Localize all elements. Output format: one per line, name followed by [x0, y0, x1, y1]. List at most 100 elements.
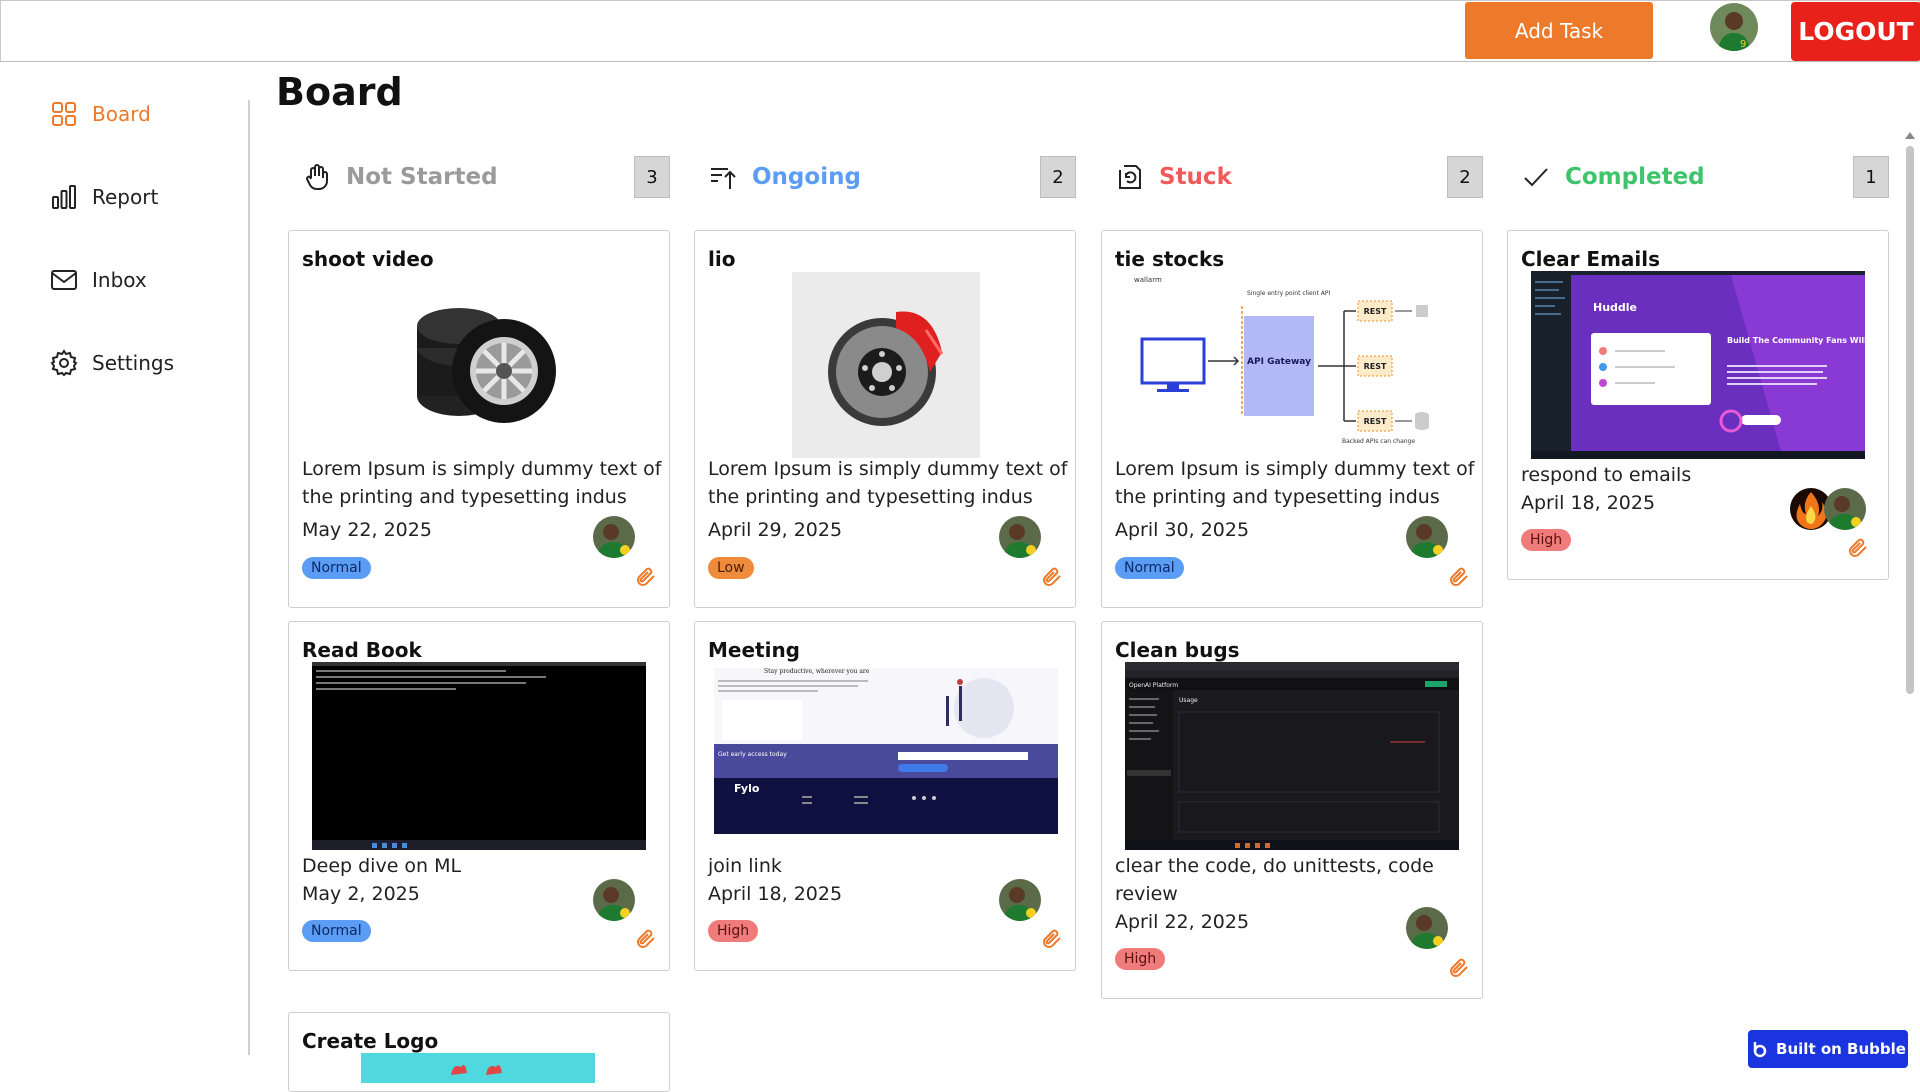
card-image-api-gateway-diagram: wallarm Single entry point client API AP… [1112, 271, 1474, 453]
task-card-clear-emails[interactable]: Clear Emails Huddle Build The Community … [1507, 230, 1889, 580]
assignee-avatar[interactable] [1406, 516, 1448, 558]
card-date: April 18, 2025 [708, 883, 843, 905]
sort-up-icon [711, 168, 736, 189]
card-image-tires [399, 276, 561, 438]
assignee-avatar[interactable] [999, 516, 1041, 558]
top-header: Add Task 9 LOGOUT [0, 0, 1920, 62]
mail-icon [51, 270, 77, 290]
card-title: Clean bugs [1115, 638, 1240, 662]
paperclip-icon[interactable] [1040, 565, 1064, 589]
card-date: April 29, 2025 [708, 519, 843, 541]
sidebar-item-label: Inbox [92, 268, 147, 292]
paperclip-icon[interactable] [634, 927, 658, 951]
bubble-label: Built on Bubble [1776, 1040, 1906, 1058]
backed-apis-label: Backed APIs can change [1342, 438, 1415, 445]
card-title: lio [708, 247, 736, 271]
priority-badge: Normal [302, 557, 371, 579]
logout-button[interactable]: LOGOUT [1791, 2, 1920, 61]
card-title: tie stocks [1115, 247, 1225, 271]
card-image-terminal [312, 662, 646, 850]
card-description: clear the code, do unittests, code revie… [1115, 855, 1434, 905]
page-title: Board [276, 70, 403, 114]
user-avatar[interactable]: 9 [1710, 3, 1758, 51]
single-entry-label: Single entry point client API [1247, 290, 1330, 297]
card-date: April 30, 2025 [1115, 519, 1250, 541]
built-on-bubble-badge[interactable]: Built on Bubble [1748, 1030, 1908, 1068]
card-image-logo [361, 1053, 595, 1083]
column-header-not-started: Not Started 3 [288, 156, 670, 198]
task-card-tie-stocks[interactable]: tie stocks wallarm Single entry point cl… [1101, 230, 1483, 608]
hand-icon [306, 164, 328, 191]
card-description: Deep dive on ML [302, 855, 462, 877]
card-description: join link [708, 855, 782, 877]
sidebar-item-settings[interactable]: Settings [50, 349, 174, 377]
column-title: Not Started [346, 164, 498, 190]
paperclip-icon[interactable] [1040, 927, 1064, 951]
rest-label: REST [1364, 307, 1387, 316]
sidebar: Board Report Inbox Settings [0, 62, 250, 1080]
card-image-fylo-landing: Stay productive, wherever you are Get ea… [714, 668, 1058, 844]
priority-badge: High [1115, 948, 1166, 970]
fylo-early-access: Get early access today [718, 751, 787, 758]
card-title: shoot video [302, 247, 434, 271]
sidebar-item-label: Settings [92, 351, 175, 375]
paperclip-icon[interactable] [1846, 536, 1870, 560]
scroll-thumb[interactable] [1906, 146, 1914, 694]
sidebar-item-inbox[interactable]: Inbox [50, 266, 147, 294]
column-count-badge: 3 [634, 156, 670, 198]
assignee-avatar[interactable] [999, 879, 1041, 921]
priority-badge: Normal [1115, 557, 1184, 579]
paperclip-icon[interactable] [634, 565, 658, 589]
openai-platform-label: OpenAI Platform [1129, 682, 1178, 689]
sidebar-item-label: Report [92, 185, 159, 209]
column-header-completed: Completed 1 [1507, 156, 1889, 198]
rest-label: REST [1364, 362, 1387, 371]
card-title: Meeting [708, 638, 801, 662]
assignee-avatar[interactable] [1406, 907, 1448, 949]
assignee-avatar[interactable] [593, 879, 635, 921]
column-title: Completed [1565, 164, 1705, 190]
priority-badge: Normal [302, 920, 371, 942]
column-title: Stuck [1159, 164, 1232, 190]
scroll-up-arrow[interactable] [1905, 132, 1915, 139]
card-date: April 22, 2025 [1115, 911, 1250, 933]
priority-badge: High [708, 920, 759, 942]
vertical-scrollbar[interactable] [1904, 132, 1916, 1080]
column-count-badge: 2 [1040, 156, 1076, 198]
sidebar-divider [248, 100, 250, 1055]
task-card-clean-bugs[interactable]: Clean bugs OpenAI Platform Usage clear t… [1101, 621, 1483, 999]
bubble-logo-icon [1753, 1042, 1767, 1058]
huddle-logo: Huddle [1593, 301, 1637, 314]
paperclip-icon[interactable] [1447, 565, 1471, 589]
assignee-avatar[interactable] [1824, 488, 1866, 530]
column-header-stuck: Stuck 2 [1101, 156, 1483, 198]
usage-label: Usage [1179, 697, 1198, 704]
gear-icon [50, 349, 78, 377]
task-card-meeting[interactable]: Meeting Stay productive, wherever you ar… [694, 621, 1076, 971]
rest-label: REST [1364, 417, 1387, 426]
priority-badge: Low [708, 557, 754, 579]
assignee-avatar[interactable] [593, 516, 635, 558]
task-card-shoot-video[interactable]: shoot video Lorem Ipsum is simply dummy … [288, 230, 670, 608]
stuck-icon [1119, 165, 1141, 189]
bar-chart-icon [52, 185, 76, 209]
check-icon [1524, 168, 1548, 187]
svg-text:9: 9 [1740, 39, 1746, 50]
task-card-create-logo[interactable]: Create Logo [288, 1012, 670, 1092]
grid-icon [52, 102, 76, 126]
column-count-badge: 1 [1853, 156, 1889, 198]
card-description: Lorem Ipsum is simply dummy text of the … [708, 458, 1068, 508]
task-card-lio[interactable]: lio Lorem Ipsum is simply dummy text of … [694, 230, 1076, 608]
paperclip-icon[interactable] [1447, 956, 1471, 980]
card-image-brake [792, 272, 980, 458]
card-description: Lorem Ipsum is simply dummy text of the … [1115, 458, 1475, 508]
task-card-read-book[interactable]: Read Book Deep dive on ML May 2, 2025 No… [288, 621, 670, 971]
sidebar-item-label: Board [92, 102, 151, 126]
sidebar-item-board[interactable]: Board [50, 100, 151, 128]
card-description: Lorem Ipsum is simply dummy text of the … [302, 458, 662, 508]
huddle-headline: Build The Community Fans Will Love [1727, 336, 1865, 345]
sidebar-item-report[interactable]: Report [50, 183, 158, 211]
add-task-button[interactable]: Add Task [1465, 2, 1653, 59]
wallarm-logo: wallarm [1134, 276, 1162, 284]
column-count-badge: 2 [1447, 156, 1483, 198]
